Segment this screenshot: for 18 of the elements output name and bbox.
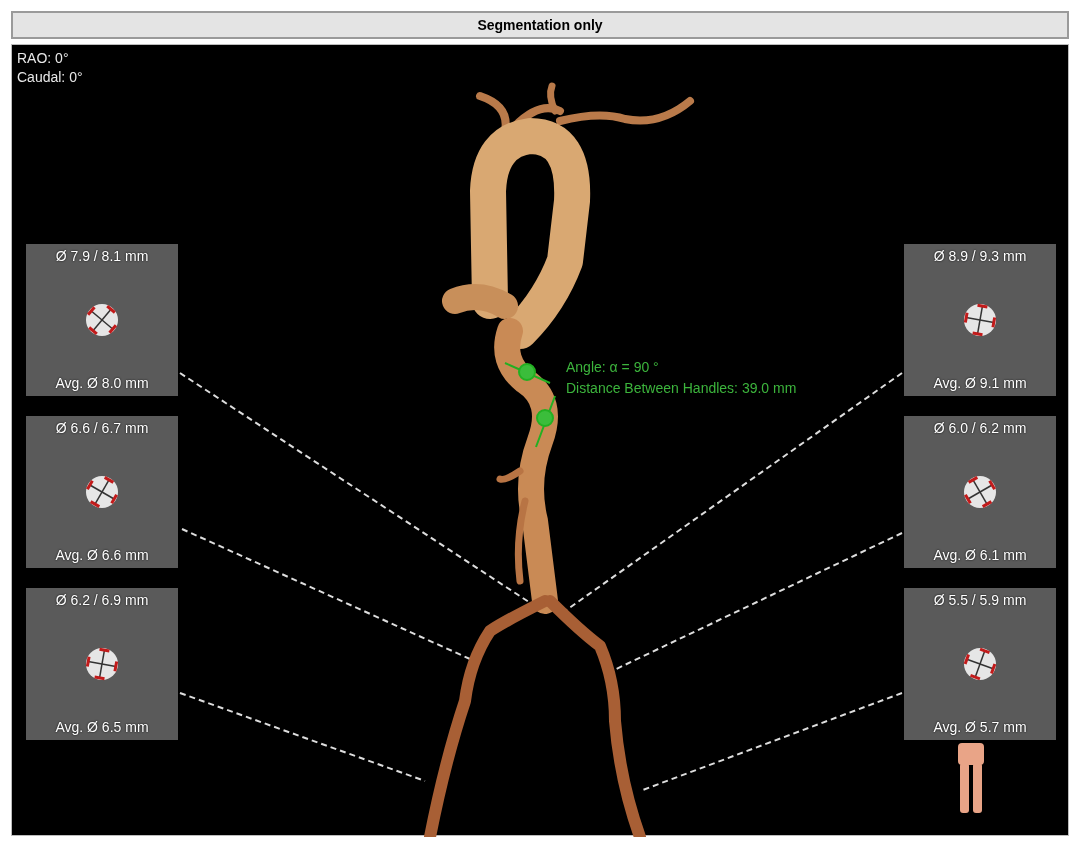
diameter-label: Ø 6.6 / 6.7 mm [55, 419, 149, 438]
distance-reading: Distance Between Handles: 39.0 mm [566, 379, 797, 398]
view-angle-label: RAO: 0° [17, 49, 69, 68]
average-diameter-label: Avg. Ø 5.7 mm [933, 718, 1027, 737]
body-orientation-drawing [958, 743, 984, 813]
window-title: Segmentation only [11, 11, 1069, 39]
diameter-label: Ø 5.5 / 5.9 mm [933, 591, 1027, 610]
average-diameter-label: Avg. Ø 8.0 mm [55, 374, 149, 393]
diameter-label: Ø 7.9 / 8.1 mm [55, 247, 149, 266]
view-angle-label: Caudal: 0° [17, 68, 83, 87]
angle-reading: Angle: α = 90 ° [566, 358, 660, 377]
average-diameter-label: Avg. Ø 6.1 mm [933, 546, 1027, 565]
average-diameter-label: Avg. Ø 9.1 mm [933, 374, 1027, 393]
diameter-label: Ø 8.9 / 9.3 mm [933, 247, 1027, 266]
diameter-label: Ø 6.0 / 6.2 mm [933, 419, 1027, 438]
average-diameter-label: Avg. Ø 6.5 mm [55, 718, 149, 737]
diameter-label: Ø 6.2 / 6.9 mm [55, 591, 149, 610]
average-diameter-label: Avg. Ø 6.6 mm [55, 546, 149, 565]
